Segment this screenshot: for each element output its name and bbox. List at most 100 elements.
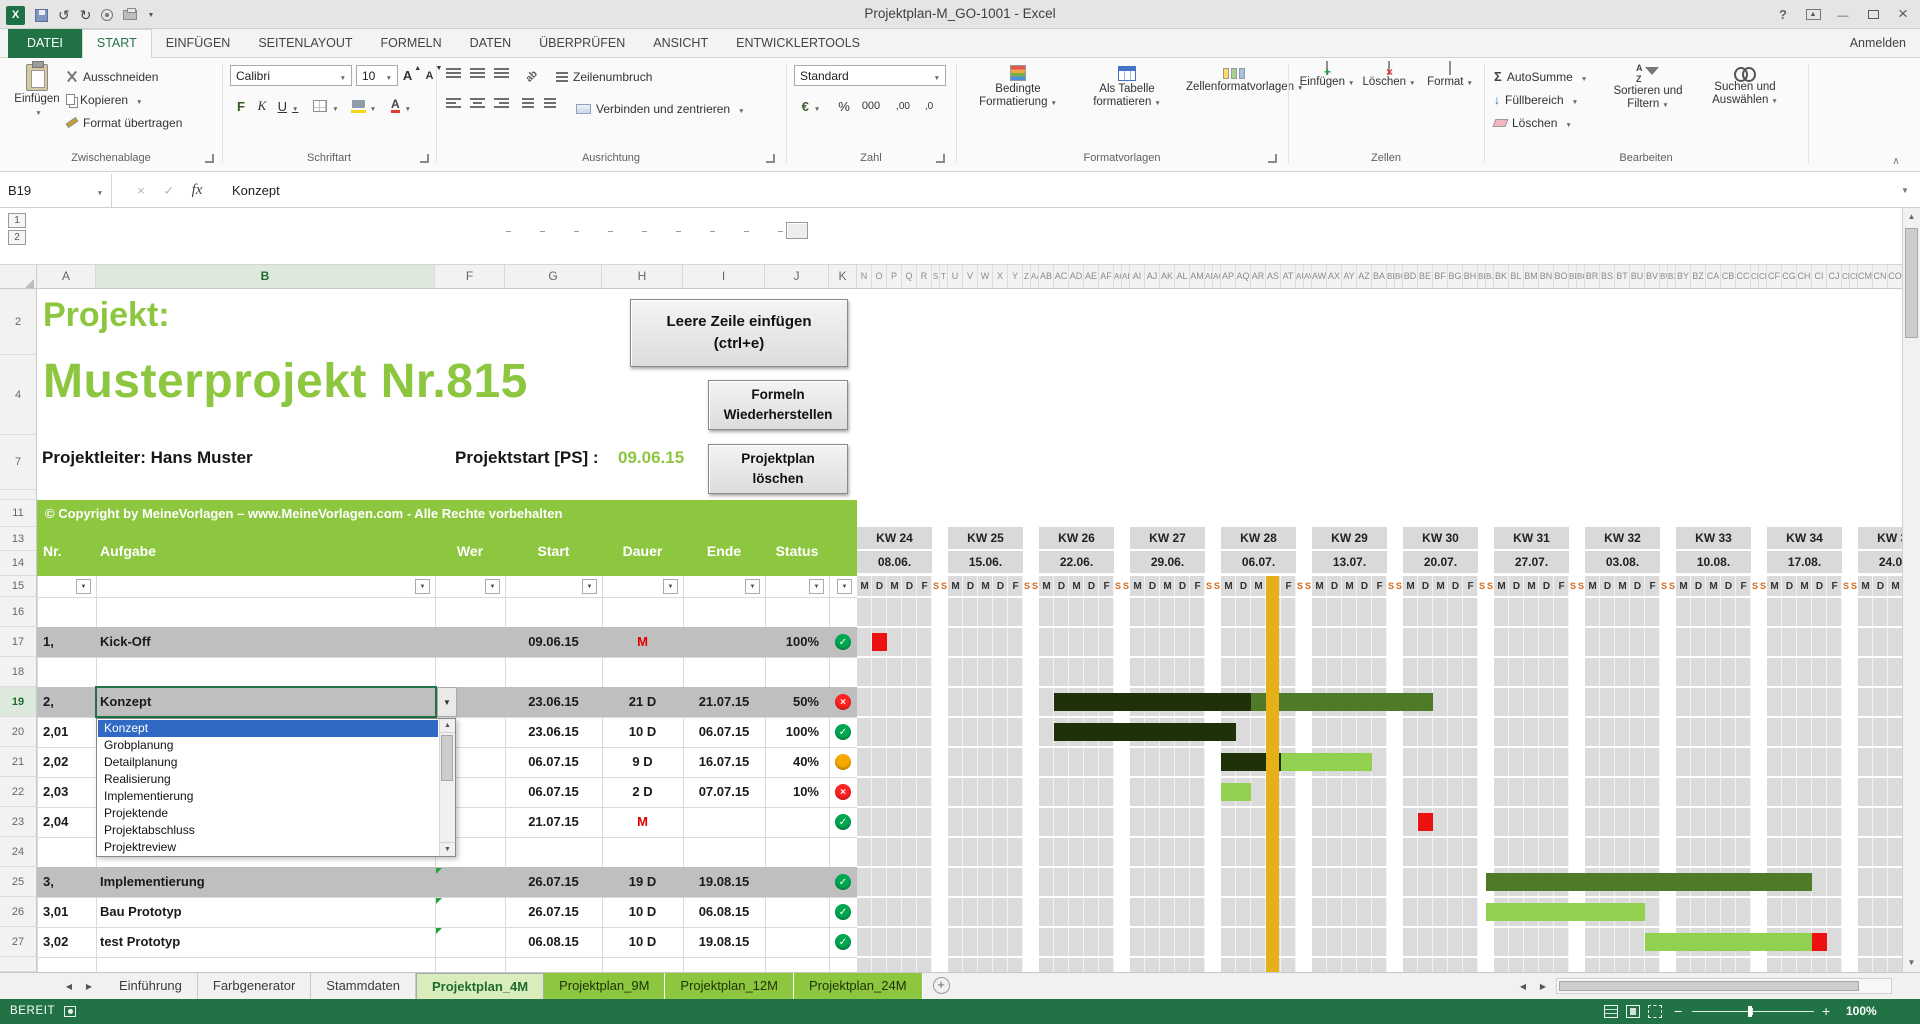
zoom-level[interactable]: 100% xyxy=(1846,999,1877,1024)
bold-button[interactable]: F xyxy=(232,96,250,116)
ribbon-tab-überprüfen[interactable]: ÜBERPRÜFEN xyxy=(525,29,639,58)
column-header-CL[interactable]: CL xyxy=(1850,265,1858,288)
column-header-Q[interactable]: Q xyxy=(902,265,917,288)
collapse-ribbon-button[interactable] xyxy=(1888,154,1904,168)
column-header-BL[interactable]: BL xyxy=(1509,265,1524,288)
formula-value[interactable]: Konzept xyxy=(232,174,280,207)
gantt-bar-done[interactable] xyxy=(1054,723,1236,741)
column-header-I[interactable]: I xyxy=(683,265,765,288)
column-header-CH[interactable]: CH xyxy=(1797,265,1812,288)
column-header-AB[interactable]: AB xyxy=(1039,265,1054,288)
dropdown-scrollbar[interactable]: ▲ ▼ xyxy=(439,719,455,856)
zoom-in-button[interactable]: + xyxy=(1822,999,1830,1024)
column-header-CC[interactable]: CC xyxy=(1736,265,1751,288)
macro-record-icon[interactable] xyxy=(64,1006,76,1017)
sheet-tab-projektplan_24m[interactable]: Projektplan_24M xyxy=(793,973,923,999)
row-header-26[interactable]: 26 xyxy=(0,897,37,927)
column-header-BS[interactable]: BS xyxy=(1600,265,1615,288)
scroll-up-icon[interactable]: ▲ xyxy=(1903,208,1920,225)
italic-button[interactable]: K xyxy=(254,96,270,116)
column-header-Y[interactable]: Y xyxy=(1008,265,1023,288)
column-header-BY[interactable]: BY xyxy=(1676,265,1691,288)
row-header-11[interactable]: 11 xyxy=(0,500,37,527)
column-header-AL[interactable]: AL xyxy=(1175,265,1190,288)
column-header-AA[interactable]: AA xyxy=(1031,265,1039,288)
row-header-14[interactable]: 14 xyxy=(0,551,37,576)
align-top-button[interactable] xyxy=(446,68,461,78)
touch-mode-icon[interactable] xyxy=(101,9,114,21)
column-header-BN[interactable]: BN xyxy=(1539,265,1554,288)
column-header-BZ[interactable]: BZ xyxy=(1691,265,1706,288)
styles-dialog-launcher-icon[interactable] xyxy=(1268,154,1277,163)
column-header-AP[interactable]: AP xyxy=(1221,265,1236,288)
column-header-K[interactable]: K xyxy=(829,265,857,288)
column-header-AT[interactable]: AT xyxy=(1281,265,1296,288)
redo-icon[interactable] xyxy=(80,7,92,24)
ribbon-tab-daten[interactable]: DATEN xyxy=(456,29,525,58)
column-header-AF[interactable]: AF xyxy=(1099,265,1114,288)
hscroll-right-icon[interactable]: ▶ xyxy=(1534,973,1552,999)
align-bottom-button[interactable] xyxy=(494,68,509,78)
column-header-AO[interactable]: AO xyxy=(1213,265,1221,288)
ribbon-tab-seitenlayout[interactable]: SEITENLAYOUT xyxy=(244,29,366,58)
row-header-4[interactable]: 4 xyxy=(0,355,37,435)
ribbon-tab-formeln[interactable]: FORMELN xyxy=(367,29,456,58)
column-header-AH[interactable]: AH xyxy=(1122,265,1130,288)
align-center-button[interactable] xyxy=(470,98,485,108)
column-header-BG[interactable]: BG xyxy=(1448,265,1463,288)
column-header-AW[interactable]: AW xyxy=(1312,265,1327,288)
dropdown-item-3[interactable]: Detailplanung xyxy=(98,754,438,771)
row-header-15[interactable]: 15 xyxy=(0,576,37,597)
column-header-AY[interactable]: AY xyxy=(1342,265,1357,288)
increase-indent-button[interactable] xyxy=(544,98,556,108)
gantt-bar-milestone[interactable] xyxy=(1812,933,1827,951)
fill-button[interactable]: Füllbereich xyxy=(1494,89,1578,110)
filter-button[interactable]: ▼ xyxy=(745,579,760,594)
sheet-tab-stammdaten[interactable]: Stammdaten xyxy=(311,973,416,999)
row-header-16[interactable]: 16 xyxy=(0,597,37,627)
row-header-22[interactable]: 22 xyxy=(0,777,37,807)
table-row-25[interactable]: 3, Implementierung 26.07.15 19 D 19.08.15 ✓ xyxy=(37,867,857,897)
orientation-button[interactable] xyxy=(522,66,542,86)
sheet-tab-projektplan_9m[interactable]: Projektplan_9M xyxy=(544,973,666,999)
timeline-scrollbar-thumb[interactable] xyxy=(786,222,808,239)
column-header-BV[interactable]: BV xyxy=(1645,265,1660,288)
column-header-BB[interactable]: BB xyxy=(1387,265,1395,288)
column-header-CE[interactable]: CE xyxy=(1759,265,1767,288)
undo-icon[interactable] xyxy=(58,7,70,24)
align-left-button[interactable] xyxy=(446,98,461,108)
paste-button[interactable]: Einfügen xyxy=(12,61,62,148)
dropdown-item-2[interactable]: Grobplanung xyxy=(98,737,438,754)
increase-font-button[interactable]: A ▲ xyxy=(402,65,422,86)
column-header-BD[interactable]: BD xyxy=(1403,265,1418,288)
row-header-hidden[interactable] xyxy=(0,490,37,500)
gantt-bar-plan[interactable] xyxy=(1486,873,1812,891)
column-header-CG[interactable]: CG xyxy=(1782,265,1797,288)
horizontal-scrollbar[interactable] xyxy=(1556,978,1892,994)
zoom-out-button[interactable]: − xyxy=(1674,999,1682,1024)
column-header-Z[interactable]: Z xyxy=(1023,265,1031,288)
sheet-tab-farbgenerator[interactable]: Farbgenerator xyxy=(198,973,312,999)
column-header-AM[interactable]: AM xyxy=(1190,265,1205,288)
dropdown-scrollbar-thumb[interactable] xyxy=(441,735,453,781)
filter-button[interactable]: ▼ xyxy=(837,579,852,594)
timeline-scrollbar[interactable] xyxy=(506,222,808,240)
column-header-BF[interactable]: BF xyxy=(1433,265,1448,288)
column-header-CO[interactable]: CO xyxy=(1888,265,1902,288)
scroll-down-icon[interactable]: ▼ xyxy=(1903,954,1920,971)
gantt-bar-open[interactable] xyxy=(1645,933,1812,951)
dropdown-item-6[interactable]: Projektende xyxy=(98,805,438,822)
conditional-formatting-button[interactable]: Bedingte Formatierung xyxy=(968,62,1068,148)
table-row-27[interactable]: 3,02 test Prototyp 06.08.15 10 D 19.08.15 ✓ xyxy=(37,927,857,957)
column-header-BI[interactable]: BI xyxy=(1478,265,1486,288)
column-header-CD[interactable]: CD xyxy=(1751,265,1759,288)
column-header-CF[interactable]: CF xyxy=(1767,265,1782,288)
decrease-font-button[interactable]: A ▼ xyxy=(424,65,444,86)
restore-formulas-button[interactable]: Formeln Wiederherstellen xyxy=(708,380,848,430)
merge-center-button[interactable]: Verbinden und zentrieren xyxy=(576,98,745,119)
table-row-26[interactable]: 3,01 Bau Prototyp 26.07.15 10 D 06.08.15 ✓ xyxy=(37,897,857,927)
outline-level-1-button[interactable]: 1 xyxy=(8,213,26,228)
column-header-CB[interactable]: CB xyxy=(1721,265,1736,288)
ribbon-tab-ansicht[interactable]: ANSICHT xyxy=(639,29,722,58)
column-header-AC[interactable]: AC xyxy=(1054,265,1069,288)
